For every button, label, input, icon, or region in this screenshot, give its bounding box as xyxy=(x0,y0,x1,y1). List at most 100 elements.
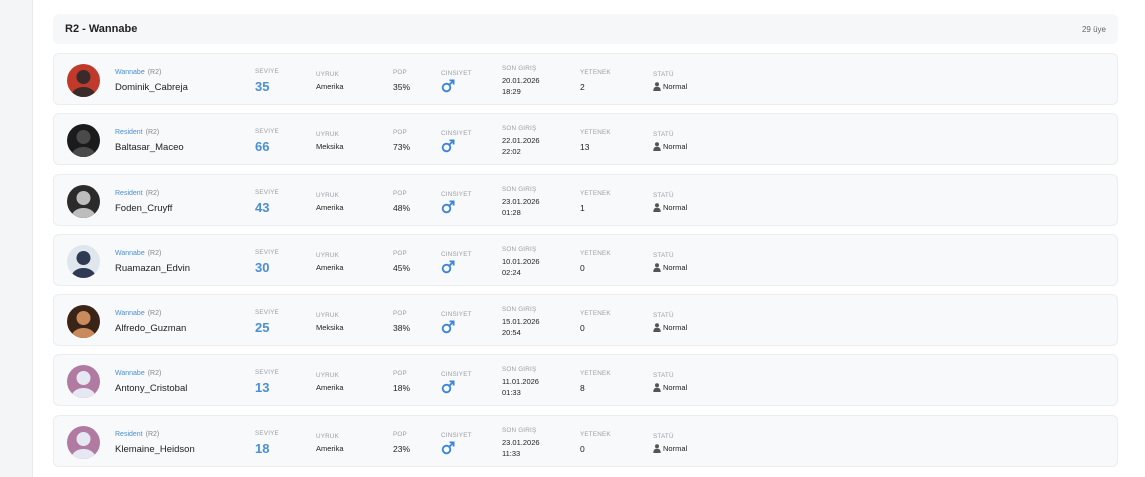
member-row[interactable]: Resident (R2) Foden_Cruyff SEVIYE 43 UYRU… xyxy=(53,173,1118,226)
nationality-label: UYRUK xyxy=(316,251,340,259)
avatar[interactable] xyxy=(67,365,100,399)
pop-value: 35% xyxy=(393,82,411,92)
status-badge: Normal xyxy=(653,142,687,152)
talent-label: YETENEK xyxy=(580,249,611,257)
male-icon xyxy=(441,79,455,93)
last-login-date: 11.01.2026 xyxy=(502,377,539,387)
nationality-value: Amerika xyxy=(316,443,344,453)
last-login-time: 22:02 xyxy=(502,147,521,157)
player-name[interactable]: Klemaine_Heidson xyxy=(115,444,195,455)
member-row[interactable]: Wannabe (R2) Alfredo_Guzman SEVIYE 25 UYR… xyxy=(53,294,1118,347)
member-row[interactable]: Wannabe (R2) Dominik_Cabreja SEVIYE 35 UY… xyxy=(53,53,1118,105)
talent-value: 8 xyxy=(580,383,585,394)
level-value: 43 xyxy=(255,199,270,215)
person-icon xyxy=(653,383,661,393)
male-icon xyxy=(441,200,455,213)
last-login-time: 18:29 xyxy=(502,87,521,96)
rank-name: Wannabe xyxy=(115,370,145,378)
player-name[interactable]: Ruamazan_Edvin xyxy=(115,263,190,274)
avatar[interactable] xyxy=(67,184,100,218)
pop-label: POP xyxy=(393,189,407,197)
gender-label: CINSIYET xyxy=(441,431,472,439)
talent-label: YETENEK xyxy=(580,129,611,137)
person-icon xyxy=(653,142,661,152)
members-panel: R2 - Wannabe 29 üye Wannabe (R2) Dominik_… xyxy=(32,0,1145,477)
rank-name: Resident xyxy=(115,189,143,197)
avatar[interactable] xyxy=(67,64,100,97)
person-icon xyxy=(653,323,661,333)
level-value: 13 xyxy=(255,380,270,396)
nationality-label: UYRUK xyxy=(316,191,340,199)
member-row[interactable]: Wannabe (R2) Antony_Cristobal SEVIYE 13 U… xyxy=(53,354,1118,407)
last-login-date: 23.01.2026 xyxy=(502,196,540,206)
pop-value: 48% xyxy=(393,202,411,213)
last-login-date: 23.01.2026 xyxy=(502,437,540,447)
player-name[interactable]: Dominik_Cabreja xyxy=(115,82,188,93)
player-name[interactable]: Antony_Cristobal xyxy=(115,383,187,394)
last-login-date: 22.01.2026 xyxy=(502,136,540,146)
member-row[interactable]: Resident (R2) Klemaine_Heidson SEVIYE 18 … xyxy=(53,414,1118,467)
avatar[interactable] xyxy=(67,124,100,158)
gender-label: CINSIYET xyxy=(441,70,472,77)
nationality-value: Meksika xyxy=(316,142,344,152)
status-badge: Normal xyxy=(653,383,687,393)
level-label: SEVIYE xyxy=(255,128,279,136)
gender-label: CINSIYET xyxy=(441,130,472,138)
rank-tag: (R2) xyxy=(145,129,160,137)
pop-label: POP xyxy=(393,129,407,137)
member-rank: Wannabe (R2) xyxy=(115,69,161,76)
player-name[interactable]: Baltasar_Maceo xyxy=(115,142,184,153)
gender-label: CINSIYET xyxy=(441,311,472,319)
last-login-date: 10.01.2026 xyxy=(502,256,540,266)
member-rank: Resident (R2) xyxy=(115,431,159,438)
last-login-label: SON GIRIŞ xyxy=(502,366,537,374)
level-value: 25 xyxy=(255,320,270,336)
status-label: STATÜ xyxy=(653,191,674,199)
status-value: Normal xyxy=(663,82,688,91)
talent-value: 0 xyxy=(580,443,585,454)
status-badge: Normal xyxy=(653,82,687,91)
status-label: STATÜ xyxy=(653,131,674,139)
talent-label: YETENEK xyxy=(580,69,611,76)
player-name[interactable]: Alfredo_Guzman xyxy=(115,323,186,334)
last-login-time: 20:54 xyxy=(502,328,521,338)
avatar[interactable] xyxy=(67,244,100,278)
group-title: R2 - Wannabe xyxy=(65,23,138,35)
last-login-label: SON GIRIŞ xyxy=(502,65,537,72)
last-login-time: 01:28 xyxy=(502,207,521,217)
member-row[interactable]: Resident (R2) Baltasar_Maceo SEVIYE 66 UY… xyxy=(53,113,1118,166)
person-icon xyxy=(653,202,661,212)
last-login-label: SON GIRIŞ xyxy=(502,306,537,314)
status-label: STATÜ xyxy=(653,312,674,320)
last-login-label: SON GIRIŞ xyxy=(502,245,537,253)
avatar[interactable] xyxy=(67,425,100,459)
status-value: Normal xyxy=(663,323,688,333)
rank-name: Wannabe xyxy=(115,69,145,76)
gender-label: CINSIYET xyxy=(441,250,472,258)
last-login-time: 11:33 xyxy=(502,448,521,458)
member-row[interactable]: Wannabe (R2) Ruamazan_Edvin SEVIYE 30 UYR… xyxy=(53,233,1118,286)
talent-label: YETENEK xyxy=(580,370,611,378)
status-label: STATÜ xyxy=(653,372,674,380)
last-login-time: 02:24 xyxy=(502,267,521,277)
talent-label: YETENEK xyxy=(580,430,611,438)
status-value: Normal xyxy=(663,262,688,272)
rank-tag: (R2) xyxy=(147,310,162,318)
pop-label: POP xyxy=(393,310,407,318)
member-rank: Resident (R2) xyxy=(115,190,159,197)
member-rank: Resident (R2) xyxy=(115,129,159,136)
member-rank: Wannabe (R2) xyxy=(115,250,161,257)
group-header[interactable]: R2 - Wannabe 29 üye xyxy=(53,14,1118,44)
pop-value: 73% xyxy=(393,142,411,153)
player-name[interactable]: Foden_Cruyff xyxy=(115,203,172,214)
rank-tag: (R2) xyxy=(145,430,160,438)
level-value: 66 xyxy=(255,139,270,155)
level-label: SEVIYE xyxy=(255,309,279,317)
avatar[interactable] xyxy=(67,305,100,339)
nationality-value: Amerika xyxy=(316,202,344,212)
rank-name: Resident xyxy=(115,430,143,438)
talent-value: 13 xyxy=(580,142,590,153)
pop-label: POP xyxy=(393,430,407,438)
talent-value: 1 xyxy=(580,202,585,213)
rank-name: Resident xyxy=(115,129,143,137)
